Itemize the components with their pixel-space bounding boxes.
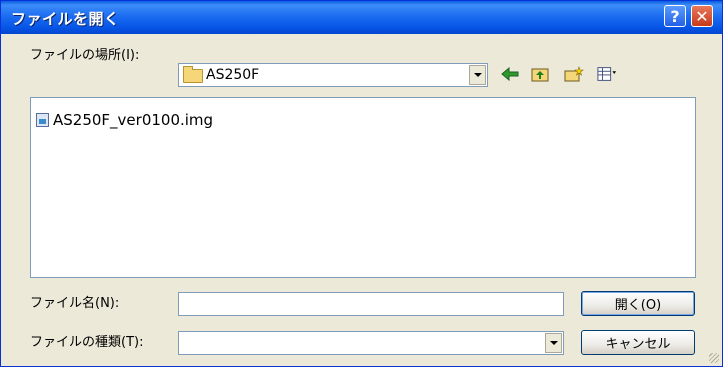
cancel-button[interactable]: キャンセル (581, 330, 695, 355)
file-list[interactable]: AS250F_ver0100.img (30, 97, 696, 278)
chevron-down-icon (549, 341, 558, 345)
file-name: AS250F_ver0100.img (53, 111, 214, 129)
location-combobox[interactable]: AS250F (178, 63, 488, 87)
dialog-title: ファイルを開く (11, 10, 120, 28)
location-dropdown-button[interactable] (469, 65, 486, 85)
back-icon[interactable] (500, 64, 520, 84)
open-button[interactable]: 開く(O) (581, 291, 695, 316)
up-folder-icon[interactable] (530, 64, 550, 84)
resize-grip[interactable] (709, 353, 719, 363)
view-menu-icon[interactable] (597, 64, 617, 84)
location-value: AS250F (206, 67, 260, 83)
folder-icon (183, 66, 203, 83)
image-file-icon (36, 113, 49, 127)
filename-label: ファイル名(N): (30, 296, 120, 311)
help-button[interactable]: ? (664, 5, 686, 27)
filetype-combobox[interactable] (178, 331, 564, 355)
chevron-down-icon (473, 73, 482, 77)
filetype-label: ファイルの種類(T): (30, 335, 144, 350)
close-button[interactable]: ✕ (691, 5, 713, 27)
new-folder-icon[interactable] (564, 64, 584, 84)
location-label: ファイルの場所(I): (30, 48, 140, 63)
filename-input[interactable] (178, 292, 564, 316)
filetype-dropdown-button[interactable] (545, 333, 562, 353)
open-file-dialog: ファイルを開く ? ✕ ファイルの場所(I): AS250F AS250F_ve… (0, 0, 723, 367)
title-bar[interactable]: ファイルを開く ? ✕ (1, 1, 722, 34)
list-item[interactable]: AS250F_ver0100.img (36, 111, 213, 129)
